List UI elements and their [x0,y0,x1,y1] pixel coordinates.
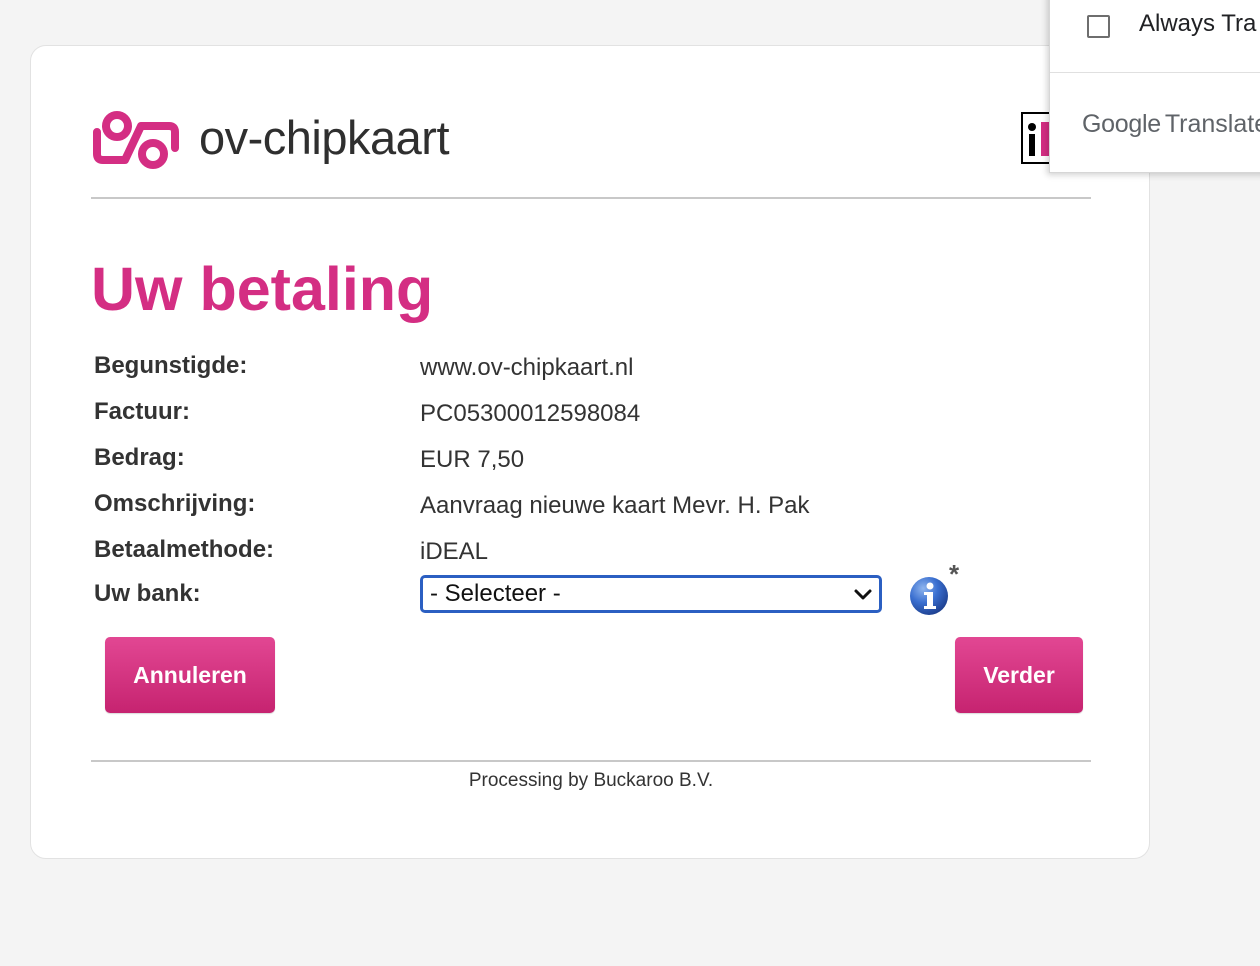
header-divider [91,197,1091,199]
detail-label: Omschrijving: [94,490,256,517]
footer-divider [91,760,1091,762]
ov-chipkaart-logo-icon [93,111,179,169]
detail-row-beneficiary: Begunstigde: www.ov-chipkaart.nl [94,351,994,397]
always-translate-label: Always Tra [1139,10,1257,37]
required-marker: * [949,559,960,589]
detail-row-bank: Uw bank: - Selecteer - * [94,559,994,631]
google-translate-popup: Always Tra Google Translate [1049,0,1260,173]
logo-text: ov-chipkaart [199,110,450,164]
always-translate-row[interactable]: Always Tra [1050,0,1260,73]
detail-value: EUR 7,50 [420,446,525,473]
translate-wordmark: Translate [1164,110,1260,138]
payment-card: ov-chipkaart Uw betaling Begunstigde: ww… [30,45,1150,859]
detail-label: Bedrag: [94,444,185,471]
bank-select-value: - Selecteer - [430,580,561,607]
detail-label: Betaalmethode: [94,536,275,563]
next-button[interactable]: Verder [955,637,1083,713]
google-translate-brand: Google Translate [1082,110,1260,139]
bank-label: Uw bank: [94,580,201,607]
detail-value: PC05300012598084 [420,400,641,427]
bank-select[interactable]: - Selecteer - [420,575,882,613]
chevron-down-icon [854,589,872,600]
detail-label: Factuur: [94,398,190,425]
detail-value: www.ov-chipkaart.nl [420,354,634,381]
ov-chipkaart-logo: ov-chipkaart [91,104,450,170]
detail-label: Begunstigde: [94,352,248,379]
google-wordmark: Google [1082,110,1161,138]
always-translate-checkbox[interactable] [1087,15,1110,38]
detail-row-invoice: Factuur: PC05300012598084 [94,397,994,443]
info-icon[interactable] [908,575,950,617]
page-title: Uw betaling [91,255,434,323]
footer-text: Processing by Buckaroo B.V. [468,770,714,791]
cancel-button[interactable]: Annuleren [105,637,275,713]
detail-row-amount: Bedrag: EUR 7,50 [94,443,994,489]
detail-row-description: Omschrijving: Aanvraag nieuwe kaart Mevr… [94,489,994,535]
detail-value: iDEAL [420,538,489,565]
payment-details: Begunstigde: www.ov-chipkaart.nl Factuur… [94,351,994,631]
detail-value: Aanvraag nieuwe kaart Mevr. H. Pak [420,492,810,519]
